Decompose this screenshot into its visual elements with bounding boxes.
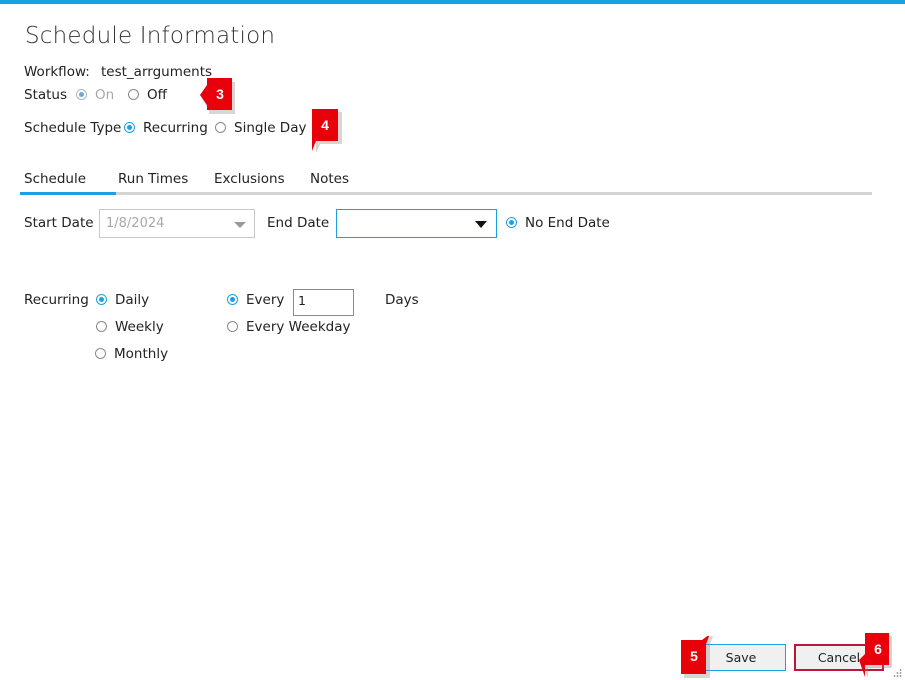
callout-number: 5 (690, 648, 698, 664)
schedule-type-label: Schedule Type (24, 120, 122, 136)
tab-strip-divider (20, 192, 872, 195)
start-date-label: Start Date (24, 215, 94, 231)
monthly-label: Monthly (114, 346, 169, 362)
start-date-value: 1/8/2024 (106, 216, 165, 231)
tab-active-indicator (20, 192, 116, 195)
callout-6: 6 (858, 632, 894, 678)
single-day-label: Single Day (234, 120, 307, 136)
workflow-label: Workflow: (24, 64, 90, 80)
end-date-picker[interactable] (336, 209, 497, 238)
every-n-days-radio[interactable] (227, 294, 238, 305)
resize-grip-icon[interactable] (892, 668, 902, 678)
recurring-label: Recurring (24, 292, 89, 308)
recurring-type-radio[interactable] (124, 122, 135, 133)
chevron-down-icon (475, 221, 487, 228)
no-end-date-label: No End Date (525, 215, 610, 231)
monthly-radio[interactable] (95, 348, 106, 359)
dialog-title: Schedule Information (25, 23, 276, 49)
days-unit-label: Days (385, 292, 419, 308)
status-label: Status (24, 87, 68, 103)
status-off-radio[interactable] (128, 89, 139, 100)
callout-number: 3 (216, 86, 224, 102)
every-days-value: 1 (298, 293, 306, 308)
tab-notes[interactable]: Notes (310, 171, 349, 187)
weekly-label: Weekly (115, 319, 164, 335)
status-off-label: Off (147, 87, 167, 103)
callout-5: 5 (680, 636, 716, 678)
status-on-label: On (95, 87, 115, 103)
window-accent-bar (0, 0, 905, 4)
every-weekday-radio[interactable] (227, 321, 238, 332)
weekly-radio[interactable] (96, 321, 107, 332)
tab-schedule[interactable]: Schedule (24, 171, 86, 187)
daily-radio[interactable] (96, 294, 107, 305)
workflow-name: test_arrguments (101, 64, 213, 80)
callout-number: 6 (874, 641, 882, 657)
every-label: Every (246, 292, 285, 308)
recurring-type-label: Recurring (143, 120, 208, 136)
callout-4: 4 (306, 108, 342, 152)
callout-3: 3 (199, 77, 235, 117)
status-on-radio[interactable] (76, 89, 87, 100)
tab-run-times[interactable]: Run Times (118, 171, 188, 187)
daily-label: Daily (115, 292, 150, 308)
every-weekday-label: Every Weekday (246, 319, 351, 335)
end-date-label: End Date (267, 215, 330, 231)
no-end-date-radio[interactable] (506, 217, 517, 228)
chevron-down-icon (234, 222, 246, 228)
callout-number: 4 (321, 117, 329, 133)
tab-exclusions[interactable]: Exclusions (214, 171, 285, 187)
start-date-picker[interactable]: 1/8/2024 (99, 209, 255, 238)
single-day-radio[interactable] (215, 122, 226, 133)
every-days-input[interactable]: 1 (293, 289, 354, 316)
